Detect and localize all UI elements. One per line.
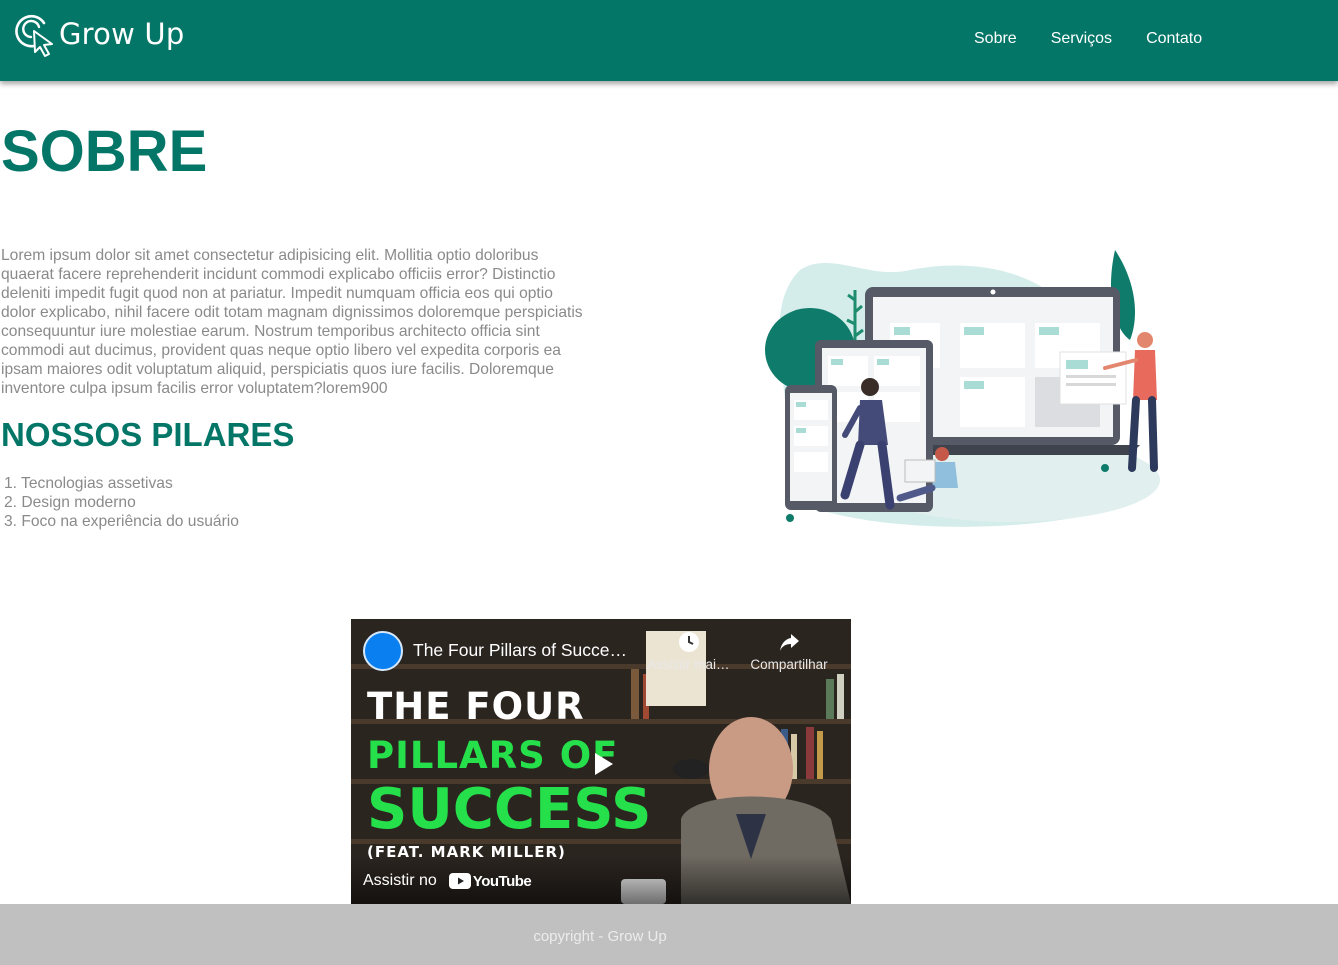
nav-link-contato[interactable]: Contato bbox=[1146, 30, 1202, 48]
brand-logo[interactable]: Grow Up bbox=[14, 10, 184, 58]
site-header: Grow Up Sobre Serviços Contato bbox=[0, 0, 1338, 81]
pillars-list: 1. Tecnologias assetivas 2. Design moder… bbox=[4, 474, 239, 531]
devices-people-illustration bbox=[765, 250, 1160, 527]
thumbnail-line-1: THE FOUR bbox=[367, 685, 585, 728]
channel-avatar[interactable] bbox=[363, 631, 403, 671]
share-button[interactable]: Compartilhar bbox=[747, 631, 831, 672]
main-nav: Sobre Serviços Contato bbox=[974, 30, 1202, 48]
pillars-heading: NOSSOS PILARES bbox=[1, 416, 295, 453]
watch-later-button[interactable]: Assistir mais tarde bbox=[647, 631, 731, 672]
brand-name: Grow Up bbox=[59, 17, 185, 51]
nav-link-sobre[interactable]: Sobre bbox=[974, 30, 1017, 48]
thumbnail-line-4: (FEAT. MARK MILLER) bbox=[367, 843, 566, 861]
clock-icon bbox=[679, 632, 699, 652]
list-item: 2. Design moderno bbox=[4, 494, 136, 511]
youtube-play-icon bbox=[448, 873, 471, 889]
watch-on-youtube-link[interactable]: Assistir no YouTube bbox=[363, 872, 532, 890]
share-label: Compartilhar bbox=[750, 657, 828, 672]
list-item: 1. Tecnologias assetivas bbox=[4, 475, 173, 492]
share-icon bbox=[780, 634, 799, 651]
site-footer: copyright - Grow Up bbox=[0, 904, 1338, 965]
list-item: 3. Foco na experiência do usuário bbox=[4, 513, 239, 530]
youtube-video-embed[interactable]: The Four Pillars of Success (feat. Mark … bbox=[351, 619, 851, 904]
video-title[interactable]: The Four Pillars of Success (feat. Mark … bbox=[413, 640, 635, 661]
nav-link-servicos[interactable]: Serviços bbox=[1051, 30, 1112, 48]
thumbnail-line-3: SUCCESS bbox=[367, 777, 652, 842]
youtube-wordmark: YouTube bbox=[472, 872, 532, 890]
watch-later-label: Assistir mais tarde bbox=[647, 657, 731, 672]
watch-on-label: Assistir no bbox=[363, 872, 437, 889]
copyright-text: copyright - Grow Up bbox=[533, 928, 667, 945]
cursor-click-icon bbox=[15, 14, 53, 57]
youtube-logo: YouTube bbox=[448, 872, 532, 890]
page-title: SOBRE bbox=[1, 119, 208, 184]
about-paragraph: Lorem ipsum dolor sit amet consectetur a… bbox=[1, 247, 583, 397]
play-icon[interactable] bbox=[581, 743, 623, 785]
